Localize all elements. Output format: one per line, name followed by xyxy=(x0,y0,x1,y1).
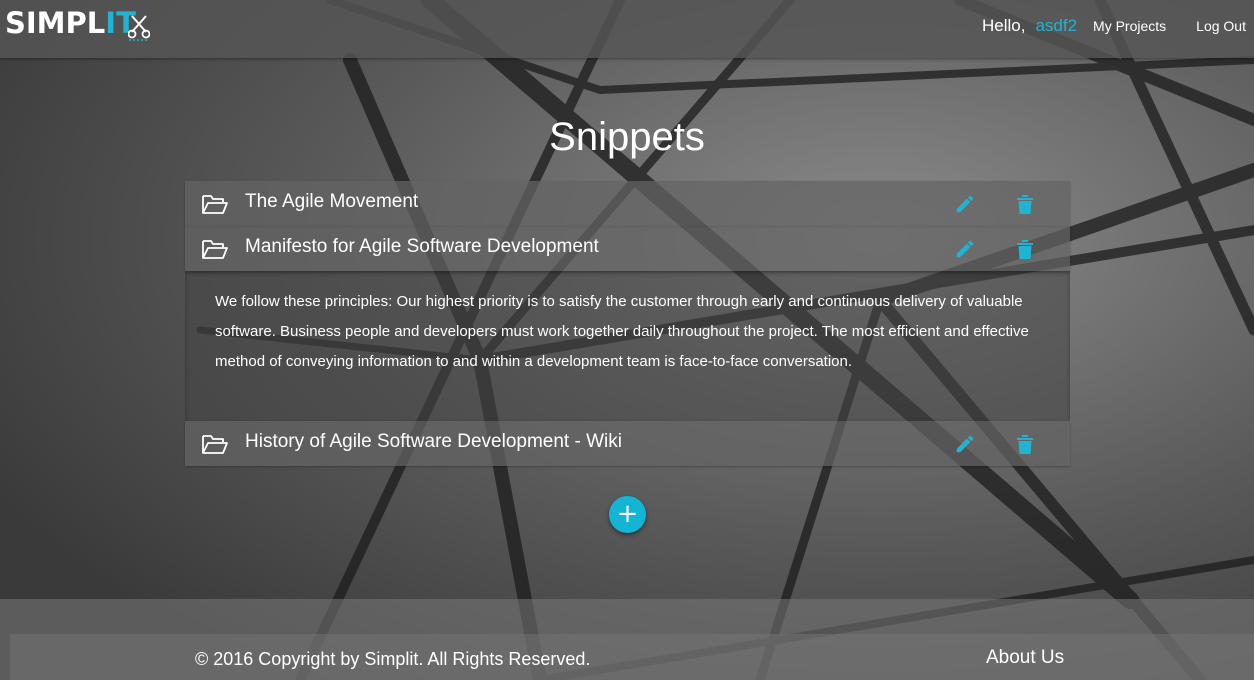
pencil-icon[interactable] xyxy=(954,433,976,455)
folder-open-icon xyxy=(202,195,228,214)
pencil-icon[interactable] xyxy=(954,238,976,260)
snippet-title[interactable]: Manifesto for Agile Software Development xyxy=(245,235,599,259)
snippet-item[interactable]: Manifesto for Agile Software Development xyxy=(185,226,1070,271)
snippet-content: We follow these principles: Our highest … xyxy=(185,271,1070,421)
copyright-text: © 2016 Copyright by Simplit. All Rights … xyxy=(195,649,591,669)
snippet-list: The Agile Movement Manifesto for Agile S… xyxy=(185,181,1070,466)
logo-text: SIMPL xyxy=(5,6,106,40)
snippet-title[interactable]: History of Agile Software Development - … xyxy=(245,430,622,454)
trash-icon[interactable] xyxy=(1015,238,1035,260)
navbar: SIMPL IT Hello, asdf2 My Projects Log Ou… xyxy=(0,0,1254,58)
pencil-icon[interactable] xyxy=(954,193,976,215)
snippet-item[interactable]: History of Agile Software Development - … xyxy=(185,421,1070,466)
snippet-item[interactable]: The Agile Movement xyxy=(185,181,1070,226)
my-projects-link[interactable]: My Projects xyxy=(1093,18,1166,34)
logo[interactable]: SIMPL IT xyxy=(5,6,136,46)
snippet-title[interactable]: The Agile Movement xyxy=(245,190,418,214)
folder-open-icon xyxy=(202,435,228,454)
folder-open-icon xyxy=(202,240,228,259)
page-title: Snippets xyxy=(549,115,705,159)
nav-menu: Hello, asdf2 My Projects Log Out xyxy=(982,0,1254,52)
trash-icon[interactable] xyxy=(1015,433,1035,455)
trash-icon[interactable] xyxy=(1015,193,1035,215)
log-out-link[interactable]: Log Out xyxy=(1196,18,1246,34)
add-snippet-button[interactable]: + xyxy=(609,496,646,533)
scissors-icon xyxy=(128,15,150,41)
footer xyxy=(0,599,1254,680)
greeting-text: Hello, xyxy=(981,16,1026,35)
snippet-body-text: We follow these principles: Our highest … xyxy=(215,293,1029,370)
username-link[interactable]: asdf2 xyxy=(1035,16,1077,36)
about-us-link[interactable]: About Us xyxy=(986,646,1064,670)
